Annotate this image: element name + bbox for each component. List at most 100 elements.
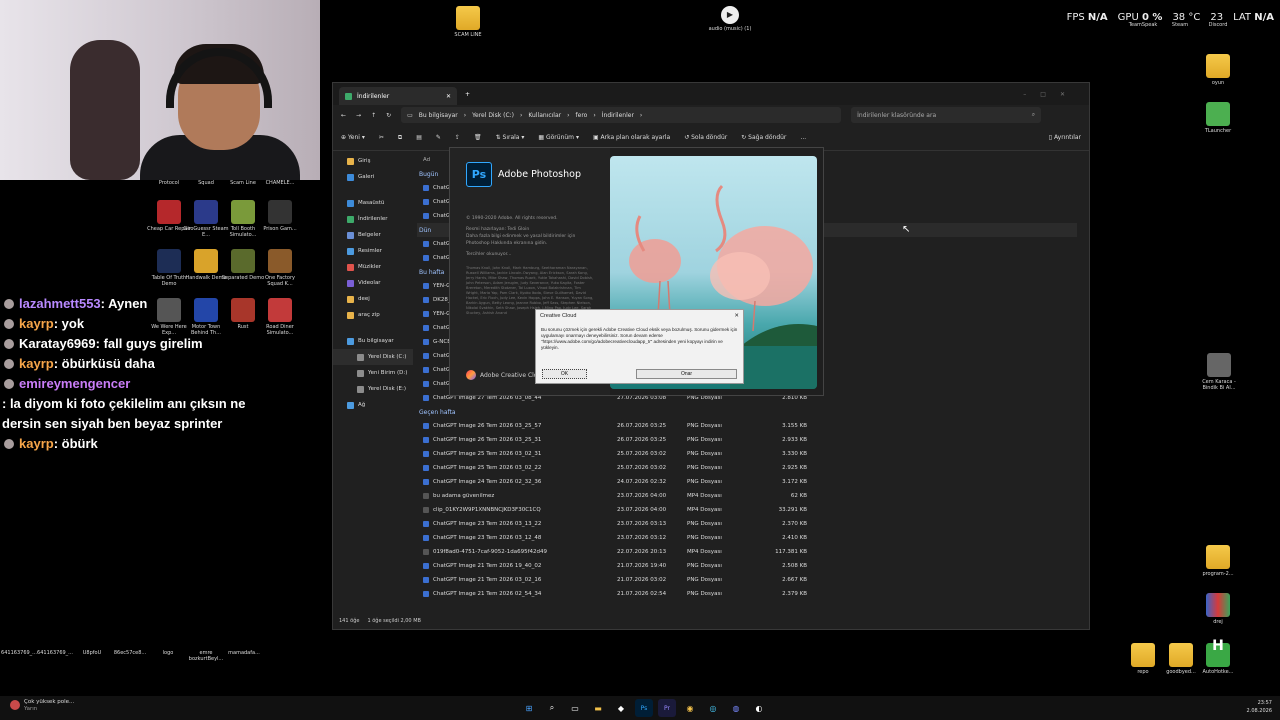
navigation-pane: Giriş Galeri Masaüstü İndirilenler Belgeler R… (333, 153, 413, 615)
address-bar[interactable]: ▭ Bu bilgisayar › Yerel Disk (C:) › Kullan… (401, 107, 842, 123)
group-header[interactable]: Geçen hafta (417, 405, 1077, 419)
file-row[interactable]: ChatGPT Image 21 Tem 2026 02_54_34 21.07.… (417, 587, 1077, 601)
nav-item[interactable]: Masaüstü (333, 195, 413, 211)
desktop-icon-oyun[interactable]: oyun (1195, 54, 1241, 86)
nav-item[interactable]: Bu bilgisayar (333, 333, 413, 349)
nav-item[interactable]: Videolar (333, 275, 413, 291)
file-row[interactable]: ChatGPT Image 23 Tem 2026 03_12_48 23.07.… (417, 531, 1077, 545)
rename-icon[interactable]: ✎ (436, 134, 441, 141)
details-button[interactable]: ▯ Ayrıntılar (1049, 134, 1081, 141)
more-options-button[interactable]: ... (800, 134, 806, 141)
archive-icon (1206, 545, 1230, 569)
paste-icon[interactable]: ▤ (416, 134, 422, 141)
nav-item[interactable]: Yerel Disk (E:) (333, 381, 413, 397)
app-icon[interactable]: ◆ (612, 699, 630, 717)
desktop-icon-discord[interactable]: Discord (1195, 22, 1241, 28)
new-button[interactable]: ⊕ Yeni ▾ (341, 134, 365, 141)
desktop-icon-scam-line[interactable]: SCAM LINE (445, 6, 491, 38)
file-row[interactable]: ChatGPT Image 21 Tem 2026 19_40_02 21.07.… (417, 559, 1077, 573)
breadcrumb-item[interactable]: Bu bilgisayar (419, 112, 458, 119)
search-input[interactable]: İndirilenler klasöründe ara ⌕ (851, 107, 1042, 123)
breadcrumb-item[interactable]: İndirilenler (602, 112, 634, 119)
file-name: ChatG (433, 213, 451, 219)
new-tab-icon[interactable]: + (465, 91, 470, 98)
close-tab-icon[interactable]: ✕ (446, 93, 451, 100)
nav-item[interactable]: Müzikler (333, 259, 413, 275)
desktop-icon-image-2[interactable]: 641163769_... (36, 650, 74, 656)
explorer-tab[interactable]: İndirilenler ✕ (339, 87, 457, 105)
edge-icon[interactable]: ◎ (704, 699, 722, 717)
set-background-button[interactable]: ▣ Arka plan olarak ayarla (593, 134, 670, 141)
desktop-icon-image-1[interactable]: 641163769_... (0, 650, 38, 656)
search-icon[interactable]: ⌕ (543, 699, 561, 717)
file-explorer-icon[interactable]: ▬ (589, 699, 607, 717)
file-row[interactable]: ChatGPT Image 25 Tem 2026 03_02_31 25.07.… (417, 447, 1077, 461)
breadcrumb-item[interactable]: Kullanıcılar (528, 112, 561, 119)
nav-item[interactable]: Yeni Birim (D:) (333, 365, 413, 381)
desktop-icon-autohotkey[interactable]: H AutoHotke... (1195, 639, 1241, 675)
desktop-icon-prison-game[interactable]: Prison Gam... (257, 200, 303, 232)
breadcrumb-item[interactable]: Yerel Disk (C:) (472, 112, 514, 119)
nav-item[interactable]: araç zip (333, 307, 413, 323)
delete-icon[interactable]: 🗑 (474, 134, 482, 141)
up-icon[interactable]: ↑ (371, 112, 376, 119)
steam-taskbar-icon[interactable]: ◐ (750, 699, 768, 717)
back-icon[interactable]: ← (341, 112, 346, 119)
weather-widget[interactable]: Çok yüksek pole... Yarın (10, 699, 74, 713)
file-row[interactable]: ChatGPT Image 25 Tem 2026 03_02_22 25.07.… (417, 461, 1077, 475)
nav-item-icon (347, 337, 354, 345)
desktop-icon-chameleon[interactable]: CHAMELE... (257, 180, 303, 186)
cut-icon[interactable]: ✂ (379, 134, 384, 141)
file-name: ChatGPT Image 21 Tem 2026 03_02_16 (433, 577, 542, 583)
nav-item[interactable]: Resimler (333, 243, 413, 259)
nav-item[interactable]: İndirilenler (333, 211, 413, 227)
refresh-icon[interactable]: ↻ (386, 112, 391, 119)
desktop-icon-audio[interactable]: ▶ audio (music) (1) (707, 6, 753, 32)
task-view-icon[interactable]: ▭ (566, 699, 584, 717)
discord-taskbar-icon[interactable]: ◍ (727, 699, 745, 717)
file-row[interactable]: ChatGPT Image 21 Tem 2026 03_02_16 21.07.… (417, 573, 1077, 587)
nav-item[interactable]: Galeri (333, 169, 413, 185)
copy-icon[interactable]: ⧉ (398, 134, 402, 142)
rotate-right-button[interactable]: ↻ Sağa döndür (741, 134, 786, 141)
nav-item-icon (347, 295, 354, 303)
sort-button[interactable]: ⇅ Sırala ▾ (496, 134, 525, 141)
share-icon[interactable]: ⇪ (455, 134, 460, 141)
window-controls[interactable]: –□✕ (1023, 91, 1079, 98)
desktop-icon-mamadafa[interactable]: mamadafa... (222, 650, 266, 656)
system-clock[interactable]: 23:57 2.08.2026 (1247, 699, 1272, 715)
desktop-icon-one-factory[interactable]: One Factory Squad K... (257, 249, 303, 287)
nav-item[interactable]: deej (333, 291, 413, 307)
desktop-icon-cem-karaca[interactable]: Cem Karaca - Bindik Bi Al... (1195, 353, 1243, 391)
nav-item[interactable]: Yerel Disk (C:) (333, 349, 413, 365)
file-row[interactable]: ChatGPT Image 24 Tem 2026 02_32_36 24.07.… (417, 475, 1077, 489)
desktop-icon-label: U8pfoU (82, 650, 102, 656)
desktop-icon-86ec57ce8[interactable]: 86ec57ce8... (110, 650, 150, 656)
file-row[interactable]: ChatGPT Image 26 Tem 2026 03_25_31 26.07.… (417, 433, 1077, 447)
desktop-icon-program[interactable]: program-2... (1195, 545, 1241, 577)
forward-icon[interactable]: → (356, 112, 361, 119)
desktop-icon-drej[interactable]: drej (1195, 593, 1241, 625)
rotate-left-button[interactable]: ↺ Sola döndür (684, 134, 727, 141)
close-icon[interactable]: ✕ (734, 313, 739, 319)
ok-button[interactable]: OK (542, 369, 587, 379)
desktop-icon-tlauncher[interactable]: TLauncher (1195, 102, 1241, 134)
photoshop-taskbar-icon[interactable]: Ps (635, 699, 653, 717)
file-row[interactable]: bu adama güvenilmez 23.07.2026 04:00 MP4 D… (417, 489, 1077, 503)
nav-item[interactable]: Belgeler (333, 227, 413, 243)
nav-item[interactable]: Ağ (333, 397, 413, 413)
file-row[interactable]: ChatGPT Image 26 Tem 2026 03_25_57 26.07.… (417, 419, 1077, 433)
premiere-taskbar-icon[interactable]: Pr (658, 699, 676, 717)
file-row[interactable]: 019f8ad0-4751-7caf-9052-1da695f42d49 22.0… (417, 545, 1077, 559)
file-row[interactable]: ChatGPT Image 23 Tem 2026 03_13_22 23.07.… (417, 517, 1077, 531)
desktop-icon-u8pfou[interactable]: U8pfoU (72, 650, 112, 656)
view-button[interactable]: ▦ Görünüm ▾ (538, 134, 579, 141)
nav-item[interactable]: Giriş (333, 153, 413, 169)
chrome-icon[interactable]: ◉ (681, 699, 699, 717)
repair-button[interactable]: Onar (636, 369, 737, 379)
breadcrumb-item[interactable]: fero (576, 112, 588, 119)
file-row[interactable]: clip_01KY2W9P1XNNBNCJKD3F30C1CQ 23.07.202… (417, 503, 1077, 517)
start-icon[interactable]: ⊞ (520, 699, 538, 717)
image-file-icon (423, 577, 429, 583)
chat-username: lazahmett553 (19, 296, 101, 311)
